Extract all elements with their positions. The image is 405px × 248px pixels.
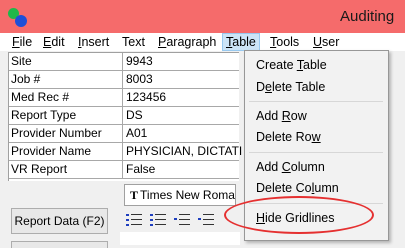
field-value[interactable]: 123456 <box>122 89 243 106</box>
report-data-button[interactable]: Report Data (F2) <box>11 208 108 234</box>
window-title: Auditing <box>340 8 395 25</box>
font-name-select[interactable]: T Times New Roman <box>124 184 236 206</box>
menu-file[interactable]: File <box>8 33 36 51</box>
menu-edit[interactable]: Edit <box>39 33 69 51</box>
menu-user[interactable]: User <box>309 33 343 51</box>
title-bar: Auditing <box>0 0 405 33</box>
job-info-grid: Site 9943 Job # 8003 Med Rec # 123456 Re… <box>8 52 243 181</box>
table-row: Site 9943 <box>9 53 239 71</box>
field-value[interactable]: DS <box>122 107 243 124</box>
menu-item-add-row[interactable]: Add Row <box>256 107 307 125</box>
increase-indent-icon[interactable] <box>198 213 214 227</box>
bullet-list-icon[interactable] <box>126 213 142 227</box>
field-label: VR Report <box>11 162 68 176</box>
table-row: Med Rec # 123456 <box>9 89 239 107</box>
menu-separator <box>249 101 383 102</box>
field-label: Report Type <box>11 108 77 122</box>
field-label: Provider Number <box>11 126 102 140</box>
table-row: Provider Name PHYSICIAN, DICTATING <box>9 143 243 161</box>
menu-paragraph[interactable]: Paragraph <box>154 33 220 51</box>
decrease-indent-icon[interactable] <box>174 213 190 227</box>
menu-text[interactable]: Text <box>118 33 149 51</box>
menu-item-delete-column[interactable]: Delete Column <box>256 179 339 197</box>
menu-item-delete-table[interactable]: Delete Table <box>256 78 325 96</box>
field-label: Provider Name <box>11 144 92 158</box>
menu-item-delete-row[interactable]: Delete Row <box>256 128 321 146</box>
table-row: VR Report False <box>9 161 239 179</box>
menu-table[interactable]: Table <box>222 33 260 51</box>
menu-insert[interactable]: Insert <box>74 33 113 51</box>
menu-item-create-table[interactable]: Create Table <box>256 56 327 74</box>
truetype-font-icon: T <box>130 188 139 202</box>
table-row: Report Type DS <box>9 107 239 125</box>
field-label: Site <box>11 54 32 68</box>
menu-bar: File Edit Insert Text Paragraph Table To… <box>0 33 405 51</box>
field-label: Med Rec # <box>11 90 70 104</box>
app-logo-icon <box>8 8 28 28</box>
menu-tools[interactable]: Tools <box>266 33 303 51</box>
field-label: Job # <box>11 72 41 86</box>
field-value[interactable]: PHYSICIAN, DICTATING <box>122 143 243 160</box>
menu-separator <box>249 152 383 153</box>
field-value[interactable]: A01 <box>122 125 243 142</box>
numbered-list-icon[interactable] <box>150 213 166 227</box>
annotation-highlight-ellipse <box>224 196 374 234</box>
font-name-value: Times New Roman <box>140 188 236 202</box>
field-value[interactable]: False <box>122 161 243 178</box>
field-value[interactable]: 8003 <box>122 71 243 88</box>
table-row: Job # 8003 <box>9 71 239 89</box>
menu-item-add-column[interactable]: Add Column <box>256 158 325 176</box>
document-editor-area[interactable] <box>120 232 240 245</box>
table-row: Provider Number A01 <box>9 125 239 143</box>
field-value[interactable]: 9943 <box>122 53 243 70</box>
